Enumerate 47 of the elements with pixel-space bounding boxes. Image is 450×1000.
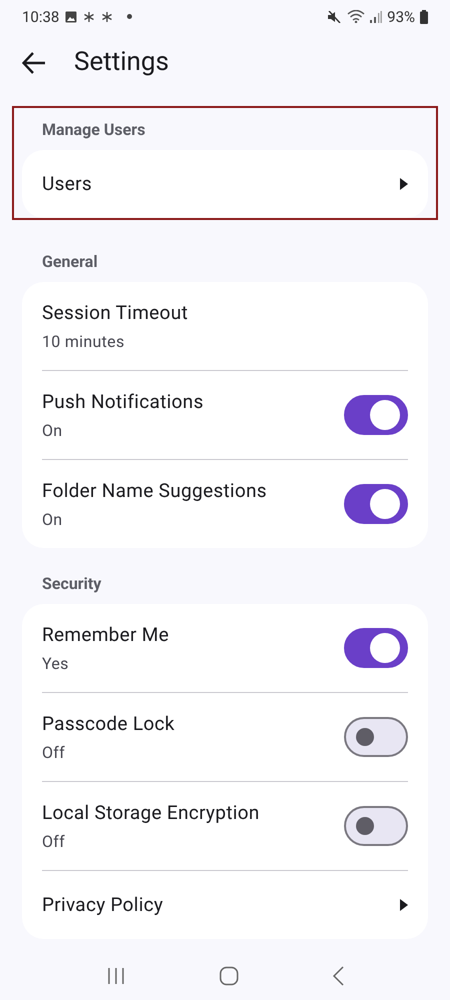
section-header: General [41,251,99,274]
settings-row[interactable]: Local Storage Encryption Off [22,782,428,870]
settings-row[interactable]: Privacy Policy [22,871,428,940]
settings-row[interactable]: Session Timeout 10 minutes [22,282,428,370]
setting-label: Local Storage Encryption [42,800,260,826]
setting-label: Privacy Policy [42,892,164,918]
settings-row[interactable]: Folder Name Suggestions On [22,460,428,548]
battery-icon [420,10,428,24]
setting-value: 10 minutes [42,330,126,353]
back-arrow-icon[interactable] [22,52,46,74]
setting-value: On [42,420,64,442]
caret-icon [400,178,408,190]
caret-icon [400,899,408,912]
setting-value: On [42,508,64,531]
setting-value: Off [42,830,66,853]
wifi-icon [347,10,366,24]
setting-label: Passcode Lock [42,711,175,738]
settings-row[interactable]: Users [22,150,428,218]
section-header: Manage Users [41,119,146,142]
section-header: Security [41,573,102,596]
setting-label: Session Timeout [42,300,188,326]
home-icon[interactable] [218,966,239,986]
battery-level: 93% [387,6,415,28]
settings-row[interactable]: Remember Me Yes [22,604,428,692]
setting-value: Off [42,742,66,764]
toggle-switch[interactable] [344,395,408,436]
signal-icon [370,10,382,23]
toggle-switch[interactable] [344,628,408,668]
setting-label: Remember Me [42,622,170,648]
image-icon [65,10,78,23]
settings-row[interactable]: Passcode Lock Off [22,693,428,782]
dot-icon [127,14,132,20]
toggle-switch[interactable] [344,484,408,524]
setting-label: Users [42,171,92,198]
back-icon[interactable] [332,966,344,986]
page-title: Settings [74,46,169,80]
toggle-switch[interactable] [344,806,408,846]
status-time: 10:38 [22,6,60,28]
toggle-switch[interactable] [344,717,408,758]
setting-label: Folder Name Suggestions [42,478,267,504]
mute-icon [328,10,342,23]
setting-label: Push Notifications [42,389,204,416]
setting-value: Yes [42,652,70,675]
settings-row[interactable]: Push Notifications On [22,371,428,460]
asterisk-icon [83,10,96,23]
recent-apps-icon[interactable] [106,966,126,986]
asterisk-icon [101,10,114,23]
